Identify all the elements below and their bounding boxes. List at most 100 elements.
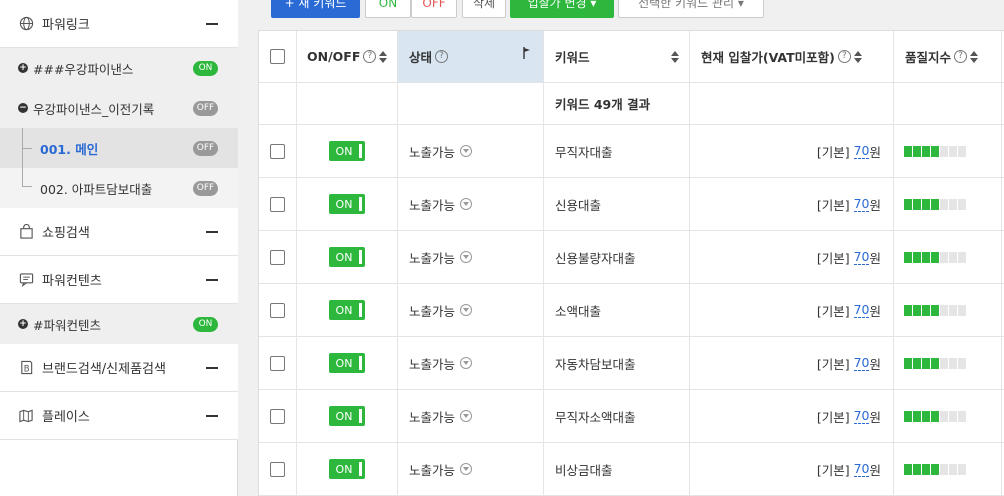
chevron-down-icon[interactable]: [460, 198, 473, 210]
bid-prefix: [기본]: [816, 144, 850, 160]
chevron-down-icon[interactable]: [460, 463, 473, 475]
chevron-down-icon[interactable]: [460, 145, 473, 157]
onoff-toggle[interactable]: ON: [329, 300, 365, 320]
bid-value-link[interactable]: 70: [853, 196, 870, 212]
collapse-icon[interactable]: [206, 230, 218, 233]
bid-value-link[interactable]: 70: [853, 143, 870, 159]
quality-bar-segment: [913, 304, 921, 316]
onoff-label: ON: [335, 250, 353, 264]
quality-bar-segment: [949, 357, 957, 369]
table-row[interactable]: ON 노출가능 신용대출 [기본] 70 원: [259, 178, 1004, 231]
help-icon[interactable]: ?: [837, 50, 851, 63]
sidebar-adgroup-1[interactable]: 001. 메인 OFF: [0, 128, 238, 168]
campaign-label: 우강파이낸스_이전기록: [33, 101, 155, 117]
table-row[interactable]: ON 노출가능 무직자소액대출 [기본] 70 원: [259, 390, 1004, 443]
chevron-down-icon[interactable]: [460, 304, 473, 316]
collapse-icon[interactable]: [206, 414, 218, 417]
bid-cell: [기본] 70 원: [690, 178, 894, 230]
table-row[interactable]: ON 노출가능 무직자대출 [기본] 70 원: [259, 125, 1004, 178]
help-icon[interactable]: ?: [363, 50, 377, 63]
row-checkbox[interactable]: [270, 249, 285, 265]
sort-icon[interactable]: [671, 51, 679, 63]
collapse-icon[interactable]: [206, 366, 218, 369]
bid-value-link[interactable]: 70: [853, 355, 870, 371]
tree-line: [22, 186, 32, 187]
quality-cell: [894, 284, 1002, 336]
quality-bar-segment: [922, 463, 930, 475]
status-text: 노출가능: [409, 197, 456, 213]
sidebar-campaign-3[interactable]: + #파워컨텐츠 ON: [0, 304, 238, 344]
quality-meter: [904, 410, 966, 422]
table-row[interactable]: ON 노출가능 소액대출 [기본] 70 원: [259, 284, 1004, 337]
row-checkbox[interactable]: [270, 143, 285, 159]
bid-value-link[interactable]: 70: [853, 408, 870, 424]
table-row[interactable]: ON 노출가능 자동차담보대출 [기본] 70 원: [259, 337, 1004, 390]
plus-circle-icon[interactable]: +: [18, 319, 28, 329]
onoff-toggle[interactable]: ON: [329, 353, 365, 373]
quality-bar-segment: [931, 463, 939, 475]
sidebar-section-label: 플레이스: [42, 410, 90, 425]
table-row[interactable]: ON 노출가능 비상금대출 [기본] 70 원: [259, 443, 1004, 496]
onoff-toggle[interactable]: ON: [329, 459, 365, 479]
sidebar-section-powerlink[interactable]: 파워링크: [0, 0, 238, 48]
keyword-text: 신용불량자대출: [555, 250, 636, 266]
sidebar-section-place[interactable]: 플레이스: [0, 392, 238, 440]
sidebar-section-brand[interactable]: B 브랜드검색/신제품검색: [0, 344, 238, 392]
sidebar-adgroup-2[interactable]: 002. 아파트담보대출 OFF: [0, 168, 238, 208]
bid-value-link[interactable]: 70: [853, 461, 870, 477]
sidebar-campaign-2[interactable]: − 우강파이낸스_이전기록 OFF: [0, 88, 238, 128]
onoff-toggle[interactable]: ON: [329, 406, 365, 426]
shopping-bag-icon: [18, 224, 34, 240]
collapse-icon[interactable]: [206, 278, 218, 281]
sidebar-section-powercontent[interactable]: 파워컨텐츠: [0, 256, 238, 304]
row-checkbox[interactable]: [270, 302, 285, 318]
bid-value-link[interactable]: 70: [853, 302, 870, 318]
status-badge: OFF: [193, 140, 218, 156]
bid-cell: [기본] 70 원: [690, 443, 894, 495]
on-button[interactable]: ON: [365, 0, 411, 18]
new-keyword-button[interactable]: + 새 키워드: [271, 0, 360, 18]
select-all-checkbox[interactable]: [270, 49, 285, 64]
help-icon[interactable]: ?: [435, 50, 449, 63]
sort-icon[interactable]: [970, 50, 979, 63]
bid-value-link[interactable]: 70: [853, 249, 870, 265]
row-checkbox[interactable]: [270, 355, 285, 371]
help-icon[interactable]: ?: [954, 50, 968, 63]
quality-meter: [904, 357, 966, 369]
header-bid[interactable]: 현재 입찰가(VAT미포함) ?: [690, 31, 894, 82]
quality-bar-segment: [904, 463, 912, 475]
sort-icon[interactable]: [379, 50, 388, 63]
header-keyword[interactable]: 키워드: [544, 31, 690, 82]
bid-prefix: [기본]: [816, 250, 850, 266]
sidebar-section-shopping[interactable]: 쇼핑검색: [0, 208, 238, 256]
chevron-down-icon[interactable]: [460, 357, 473, 369]
onoff-toggle[interactable]: ON: [329, 194, 365, 214]
flag-icon[interactable]: [523, 47, 531, 62]
bid-prefix: [기본]: [816, 409, 850, 425]
onoff-toggle[interactable]: ON: [329, 247, 365, 267]
bid-unit: 원: [869, 197, 881, 213]
quality-bar-segment: [904, 198, 912, 210]
quality-bar-segment: [931, 145, 939, 157]
quality-bar-segment: [922, 357, 930, 369]
chevron-down-icon[interactable]: [460, 251, 473, 263]
table-row[interactable]: ON 노출가능 신용불량자대출 [기본] 70 원: [259, 231, 1004, 284]
manage-selected-button[interactable]: 선택한 키워드 관리 ▾: [618, 0, 764, 18]
row-checkbox[interactable]: [270, 461, 285, 477]
collapse-icon[interactable]: [206, 22, 218, 25]
sidebar-campaign-1[interactable]: + ###우강파이낸스 ON: [0, 48, 238, 88]
sort-icon[interactable]: [853, 50, 862, 63]
minus-circle-icon[interactable]: −: [18, 103, 28, 113]
row-checkbox[interactable]: [270, 196, 285, 212]
header-onoff[interactable]: ON/OFF ?: [297, 31, 398, 82]
onoff-toggle[interactable]: ON: [329, 141, 365, 161]
quality-bar-segment: [904, 251, 912, 263]
chevron-down-icon[interactable]: [460, 410, 473, 422]
header-quality[interactable]: 품질지수 ?: [894, 31, 1002, 82]
delete-button[interactable]: 삭제: [462, 0, 506, 18]
row-checkbox[interactable]: [270, 408, 285, 424]
bid-change-button[interactable]: 입찰가 변경 ▾: [510, 0, 614, 18]
header-status[interactable]: 상태 ?: [398, 31, 544, 82]
off-button[interactable]: OFF: [411, 0, 457, 18]
plus-circle-icon[interactable]: +: [18, 63, 28, 73]
